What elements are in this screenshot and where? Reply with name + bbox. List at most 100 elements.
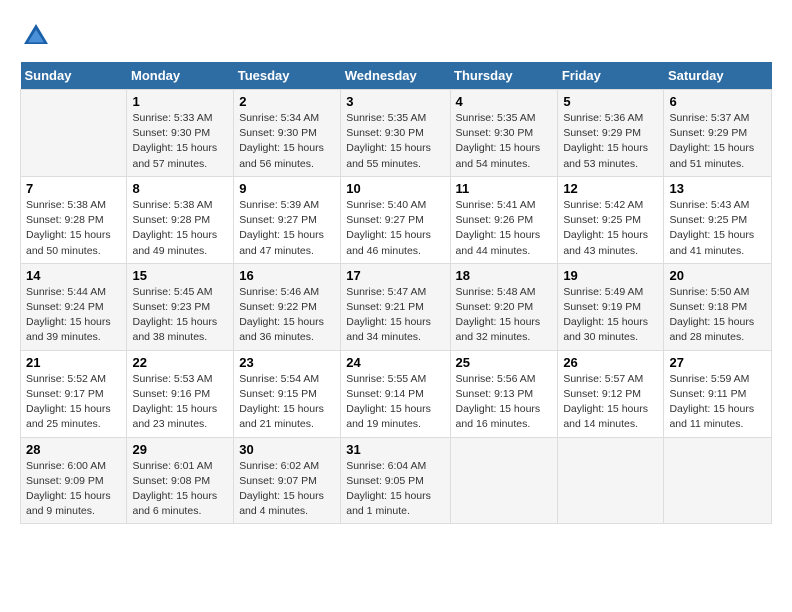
day-cell: 5 Sunrise: 5:36 AMSunset: 9:29 PMDaylight… bbox=[558, 90, 664, 177]
header-day-thursday: Thursday bbox=[450, 62, 558, 90]
day-number: 31 bbox=[346, 442, 444, 457]
day-cell: 23Sunrise: 5:54 AMSunset: 9:15 PMDayligh… bbox=[234, 350, 341, 437]
header-day-monday: Monday bbox=[127, 62, 234, 90]
calendar-body: 1 Sunrise: 5:33 AMSunset: 9:30 PMDaylight… bbox=[21, 90, 772, 524]
header-day-saturday: Saturday bbox=[664, 62, 772, 90]
day-info: Sunrise: 5:36 AMSunset: 9:29 PMDaylight:… bbox=[563, 111, 658, 172]
day-cell bbox=[558, 437, 664, 524]
day-number: 4 bbox=[456, 94, 553, 109]
day-cell bbox=[450, 437, 558, 524]
day-cell: 15Sunrise: 5:45 AMSunset: 9:23 PMDayligh… bbox=[127, 263, 234, 350]
day-cell: 28 Sunrise: 6:00 AMSunset: 9:09 PMDayligh… bbox=[21, 437, 127, 524]
day-number: 3 bbox=[346, 94, 444, 109]
day-cell: 18Sunrise: 5:48 AMSunset: 9:20 PMDayligh… bbox=[450, 263, 558, 350]
day-number: 9 bbox=[239, 181, 335, 196]
header-day-wednesday: Wednesday bbox=[341, 62, 450, 90]
day-cell: 4 Sunrise: 5:35 AMSunset: 9:30 PMDaylight… bbox=[450, 90, 558, 177]
day-info: Sunrise: 5:44 AMSunset: 9:24 PMDaylight:… bbox=[26, 285, 121, 346]
day-info: Sunrise: 5:34 AMSunset: 9:30 PMDaylight:… bbox=[239, 111, 335, 172]
day-number: 20 bbox=[669, 268, 766, 283]
day-cell: 6 Sunrise: 5:37 AMSunset: 9:29 PMDaylight… bbox=[664, 90, 772, 177]
day-cell: 9 Sunrise: 5:39 AMSunset: 9:27 PMDaylight… bbox=[234, 176, 341, 263]
header-day-sunday: Sunday bbox=[21, 62, 127, 90]
day-number: 19 bbox=[563, 268, 658, 283]
day-cell: 8Sunrise: 5:38 AMSunset: 9:28 PMDaylight… bbox=[127, 176, 234, 263]
day-number: 28 bbox=[26, 442, 121, 457]
day-number: 5 bbox=[563, 94, 658, 109]
day-info: Sunrise: 6:04 AMSunset: 9:05 PMDaylight:… bbox=[346, 459, 444, 520]
day-cell: 13Sunrise: 5:43 AMSunset: 9:25 PMDayligh… bbox=[664, 176, 772, 263]
day-number: 27 bbox=[669, 355, 766, 370]
day-info: Sunrise: 5:42 AMSunset: 9:25 PMDaylight:… bbox=[563, 198, 658, 259]
day-number: 2 bbox=[239, 94, 335, 109]
day-cell: 12 Sunrise: 5:42 AMSunset: 9:25 PMDayligh… bbox=[558, 176, 664, 263]
day-info: Sunrise: 5:33 AMSunset: 9:30 PMDaylight:… bbox=[132, 111, 228, 172]
day-cell: 3 Sunrise: 5:35 AMSunset: 9:30 PMDaylight… bbox=[341, 90, 450, 177]
day-info: Sunrise: 5:40 AMSunset: 9:27 PMDaylight:… bbox=[346, 198, 444, 259]
day-number: 30 bbox=[239, 442, 335, 457]
day-info: Sunrise: 5:55 AMSunset: 9:14 PMDaylight:… bbox=[346, 372, 444, 433]
week-row-2: 7 Sunrise: 5:38 AMSunset: 9:28 PMDaylight… bbox=[21, 176, 772, 263]
week-row-1: 1 Sunrise: 5:33 AMSunset: 9:30 PMDaylight… bbox=[21, 90, 772, 177]
day-info: Sunrise: 5:35 AMSunset: 9:30 PMDaylight:… bbox=[346, 111, 444, 172]
day-number: 6 bbox=[669, 94, 766, 109]
day-info: Sunrise: 5:53 AMSunset: 9:16 PMDaylight:… bbox=[132, 372, 228, 433]
day-cell: 21Sunrise: 5:52 AMSunset: 9:17 PMDayligh… bbox=[21, 350, 127, 437]
day-cell: 10Sunrise: 5:40 AMSunset: 9:27 PMDayligh… bbox=[341, 176, 450, 263]
day-cell: 27 Sunrise: 5:59 AMSunset: 9:11 PMDayligh… bbox=[664, 350, 772, 437]
day-cell: 14 Sunrise: 5:44 AMSunset: 9:24 PMDayligh… bbox=[21, 263, 127, 350]
day-cell: 20 Sunrise: 5:50 AMSunset: 9:18 PMDayligh… bbox=[664, 263, 772, 350]
day-info: Sunrise: 5:37 AMSunset: 9:29 PMDaylight:… bbox=[669, 111, 766, 172]
day-number: 14 bbox=[26, 268, 121, 283]
day-number: 29 bbox=[132, 442, 228, 457]
header-row: SundayMondayTuesdayWednesdayThursdayFrid… bbox=[21, 62, 772, 90]
day-info: Sunrise: 5:54 AMSunset: 9:15 PMDaylight:… bbox=[239, 372, 335, 433]
header-day-tuesday: Tuesday bbox=[234, 62, 341, 90]
day-info: Sunrise: 6:01 AMSunset: 9:08 PMDaylight:… bbox=[132, 459, 228, 520]
day-number: 13 bbox=[669, 181, 766, 196]
day-info: Sunrise: 6:02 AMSunset: 9:07 PMDaylight:… bbox=[239, 459, 335, 520]
day-number: 7 bbox=[26, 181, 121, 196]
day-number: 1 bbox=[132, 94, 228, 109]
day-cell: 24 Sunrise: 5:55 AMSunset: 9:14 PMDayligh… bbox=[341, 350, 450, 437]
day-cell: 17Sunrise: 5:47 AMSunset: 9:21 PMDayligh… bbox=[341, 263, 450, 350]
day-cell bbox=[21, 90, 127, 177]
day-number: 12 bbox=[563, 181, 658, 196]
day-cell bbox=[664, 437, 772, 524]
day-cell: 30 Sunrise: 6:02 AMSunset: 9:07 PMDayligh… bbox=[234, 437, 341, 524]
day-number: 16 bbox=[239, 268, 335, 283]
day-info: Sunrise: 5:38 AMSunset: 9:28 PMDaylight:… bbox=[26, 198, 121, 259]
day-number: 24 bbox=[346, 355, 444, 370]
day-cell: 29 Sunrise: 6:01 AMSunset: 9:08 PMDayligh… bbox=[127, 437, 234, 524]
calendar-header: SundayMondayTuesdayWednesdayThursdayFrid… bbox=[21, 62, 772, 90]
day-number: 11 bbox=[456, 181, 553, 196]
day-info: Sunrise: 5:39 AMSunset: 9:27 PMDaylight:… bbox=[239, 198, 335, 259]
day-cell: 25 Sunrise: 5:56 AMSunset: 9:13 PMDayligh… bbox=[450, 350, 558, 437]
day-info: Sunrise: 5:57 AMSunset: 9:12 PMDaylight:… bbox=[563, 372, 658, 433]
day-cell: 16 Sunrise: 5:46 AMSunset: 9:22 PMDayligh… bbox=[234, 263, 341, 350]
day-info: Sunrise: 5:49 AMSunset: 9:19 PMDaylight:… bbox=[563, 285, 658, 346]
day-info: Sunrise: 5:46 AMSunset: 9:22 PMDaylight:… bbox=[239, 285, 335, 346]
day-info: Sunrise: 5:47 AMSunset: 9:21 PMDaylight:… bbox=[346, 285, 444, 346]
day-number: 26 bbox=[563, 355, 658, 370]
day-info: Sunrise: 5:35 AMSunset: 9:30 PMDaylight:… bbox=[456, 111, 553, 172]
day-cell: 11 Sunrise: 5:41 AMSunset: 9:26 PMDayligh… bbox=[450, 176, 558, 263]
logo bbox=[20, 20, 56, 52]
calendar-table: SundayMondayTuesdayWednesdayThursdayFrid… bbox=[20, 62, 772, 524]
day-info: Sunrise: 6:00 AMSunset: 9:09 PMDaylight:… bbox=[26, 459, 121, 520]
day-number: 25 bbox=[456, 355, 553, 370]
day-cell: 31 Sunrise: 6:04 AMSunset: 9:05 PMDayligh… bbox=[341, 437, 450, 524]
day-info: Sunrise: 5:56 AMSunset: 9:13 PMDaylight:… bbox=[456, 372, 553, 433]
day-info: Sunrise: 5:50 AMSunset: 9:18 PMDaylight:… bbox=[669, 285, 766, 346]
day-cell: 2 Sunrise: 5:34 AMSunset: 9:30 PMDaylight… bbox=[234, 90, 341, 177]
header-day-friday: Friday bbox=[558, 62, 664, 90]
day-cell: 1 Sunrise: 5:33 AMSunset: 9:30 PMDaylight… bbox=[127, 90, 234, 177]
week-row-3: 14 Sunrise: 5:44 AMSunset: 9:24 PMDayligh… bbox=[21, 263, 772, 350]
week-row-5: 28 Sunrise: 6:00 AMSunset: 9:09 PMDayligh… bbox=[21, 437, 772, 524]
day-cell: 26 Sunrise: 5:57 AMSunset: 9:12 PMDayligh… bbox=[558, 350, 664, 437]
logo-icon bbox=[20, 20, 52, 52]
day-info: Sunrise: 5:41 AMSunset: 9:26 PMDaylight:… bbox=[456, 198, 553, 259]
day-info: Sunrise: 5:59 AMSunset: 9:11 PMDaylight:… bbox=[669, 372, 766, 433]
day-number: 22 bbox=[132, 355, 228, 370]
day-info: Sunrise: 5:48 AMSunset: 9:20 PMDaylight:… bbox=[456, 285, 553, 346]
